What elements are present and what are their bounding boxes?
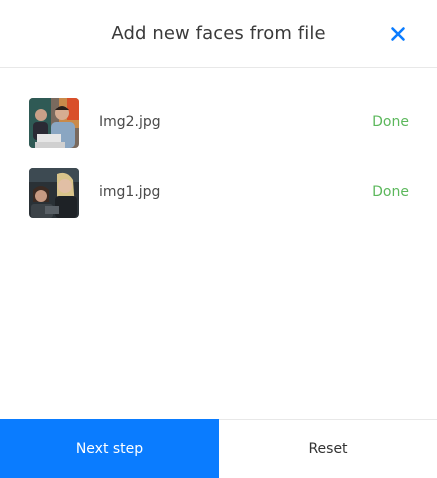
dialog-title: Add new faces from file — [111, 23, 326, 44]
reset-button[interactable]: Reset — [219, 420, 437, 477]
file-status: Done — [372, 184, 409, 200]
list-item: img1.jpg Done — [0, 168, 437, 220]
file-name: img1.jpg — [99, 184, 161, 200]
next-step-button[interactable]: Next step — [0, 419, 219, 478]
list-item: Img2.jpg Done — [0, 98, 437, 150]
file-thumbnail — [29, 98, 79, 148]
dialog-footer: Next step Reset — [0, 419, 437, 478]
add-faces-dialog: Add new faces from file Img2.jpg Done im… — [0, 0, 437, 478]
close-icon[interactable] — [386, 22, 410, 46]
file-thumbnail — [29, 168, 79, 218]
file-name: Img2.jpg — [99, 114, 161, 130]
file-status: Done — [372, 114, 409, 130]
dialog-header: Add new faces from file — [0, 0, 437, 68]
